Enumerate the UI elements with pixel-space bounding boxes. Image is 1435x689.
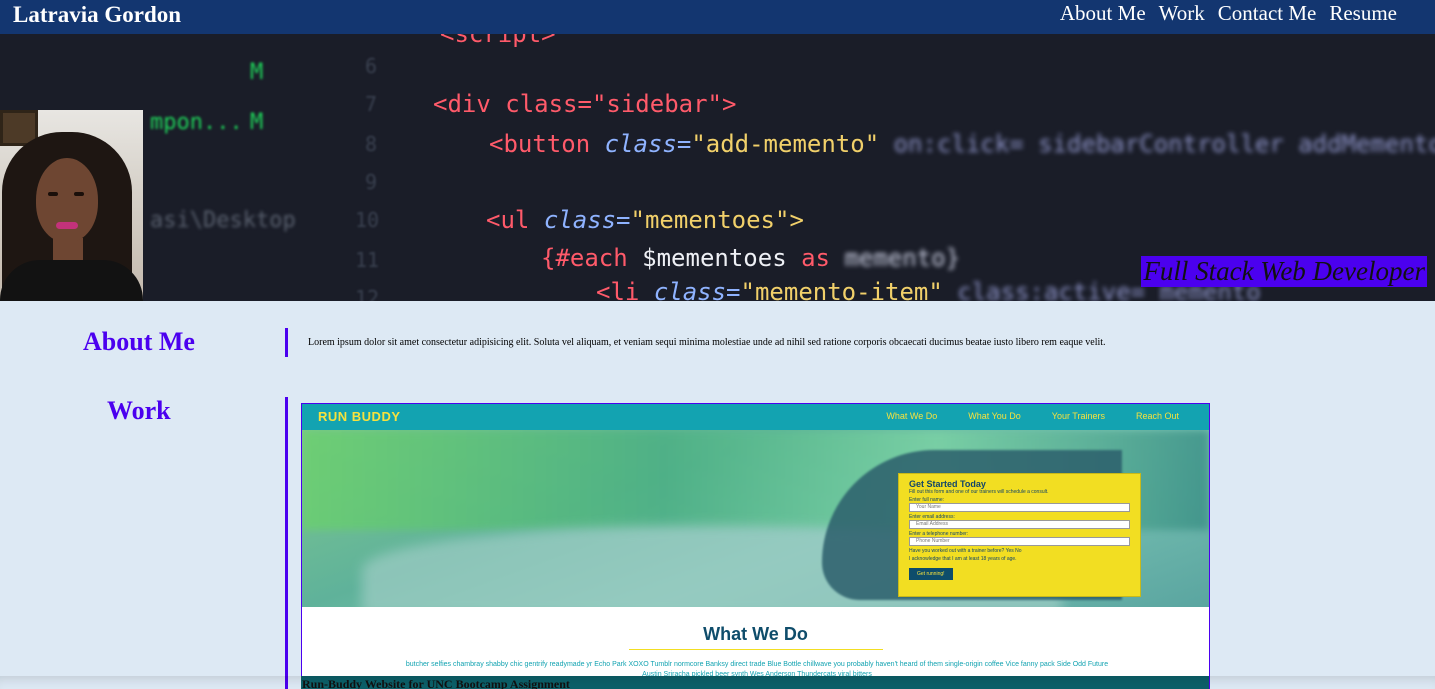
code-text: <ul <box>486 206 530 234</box>
code-text: "mementoes"> <box>630 206 804 234</box>
project-nav-item: Your Trainers <box>1051 411 1105 421</box>
project-screenshot-run-buddy[interactable]: RUN BUDDY What We Do What You Do Your Tr… <box>301 403 1210 689</box>
code-text: M <box>250 110 264 135</box>
line-number: 9 <box>365 170 378 194</box>
line-number: 10 <box>355 208 380 232</box>
code-text: <button <box>489 130 591 158</box>
nav-link-resume[interactable]: Resume <box>1329 1 1397 26</box>
form-title: Get Started Today <box>909 479 986 489</box>
project-divider <box>629 649 883 650</box>
project-nav-item: What We Do <box>886 411 938 421</box>
project-caption[interactable]: Run-Buddy Website for UNC Bootcamp Assig… <box>301 676 1209 689</box>
nav-link-contact[interactable]: Contact Me <box>1218 1 1317 26</box>
code-text: asi\Desktop <box>150 208 296 233</box>
project-hero-image: Get Started Today Fill out this form and… <box>302 430 1209 607</box>
project-nav-item: Reach Out <box>1135 411 1179 421</box>
project-nav-item: What You Do <box>968 411 1021 421</box>
code-line: {#each $mementoes as memento} <box>541 244 960 272</box>
form-acknowledge: I acknowledge that I am at least 18 year… <box>909 556 1017 562</box>
project-signup-form: Get Started Today Fill out this form and… <box>898 473 1141 597</box>
code-text: as <box>801 244 831 272</box>
code-text: class= <box>653 278 741 301</box>
code-line: <button class="add-memento" on:click= si… <box>489 130 1435 158</box>
code-text: <div class="sidebar"> <box>433 90 737 118</box>
project-nav: What We Do What You Do Your Trainers Rea… <box>886 411 1179 421</box>
form-input-phone: Phone Number <box>909 537 1130 546</box>
form-input-name: Your Name <box>909 503 1130 512</box>
code-text: on:click= sidebarController addMemento <box>893 130 1435 158</box>
about-divider <box>285 328 288 357</box>
project-header: RUN BUDDY What We Do What You Do Your Tr… <box>302 404 1209 430</box>
code-text: class= <box>543 206 631 234</box>
photo-eye <box>48 192 58 196</box>
code-text: <script> <box>440 34 556 48</box>
about-text: Lorem ipsum dolor sit amet consectetur a… <box>308 337 1106 348</box>
photo-face <box>36 158 98 242</box>
top-navbar: Latravia Gordon About Me Work Contact Me… <box>0 0 1435 34</box>
code-text: "memento-item" <box>740 278 943 301</box>
nav-link-about[interactable]: About Me <box>1060 1 1146 26</box>
code-text: M <box>250 60 264 85</box>
hero-banner: <script> 6 7 8 9 10 11 12 <div class="si… <box>0 34 1435 301</box>
code-line: <div class="sidebar"> <box>433 90 736 118</box>
work-section-title: Work <box>107 396 171 425</box>
code-text: mpon... <box>150 110 243 135</box>
form-submit-button: Get running! <box>909 568 953 580</box>
line-number: 12 <box>355 286 380 301</box>
project-logo: RUN BUDDY <box>318 409 401 424</box>
site-brand[interactable]: Latravia Gordon <box>13 2 181 28</box>
nav-link-work[interactable]: Work <box>1159 1 1205 26</box>
photo-shirt <box>0 260 143 301</box>
work-divider <box>285 397 288 689</box>
form-input-email: Email Address <box>909 520 1130 529</box>
photo-lips <box>56 222 78 229</box>
line-number: 8 <box>365 132 378 156</box>
line-number: 11 <box>355 248 380 272</box>
about-section-title: About Me <box>83 327 195 356</box>
main-nav: About Me Work Contact Me Resume <box>1060 1 1397 26</box>
code-text: {#each <box>541 244 628 272</box>
code-text: "add-memento" <box>691 130 880 158</box>
project-section-title: What We Do <box>703 624 808 644</box>
form-subtitle: Fill out this form and one of our traine… <box>909 489 1049 495</box>
code-text: memento} <box>844 244 961 272</box>
profile-photo <box>0 110 143 301</box>
code-text: $mementoes <box>642 244 787 272</box>
code-line: <ul class="mementoes"> <box>486 206 804 234</box>
code-text: <li <box>596 278 640 301</box>
photo-eye <box>74 192 84 196</box>
hero-tagline: Full Stack Web Developer <box>1141 256 1427 287</box>
line-number: 7 <box>365 92 378 116</box>
line-number: 6 <box>365 54 378 78</box>
code-text: class= <box>604 130 692 158</box>
form-question: Have you worked out with a trainer befor… <box>909 548 1022 554</box>
